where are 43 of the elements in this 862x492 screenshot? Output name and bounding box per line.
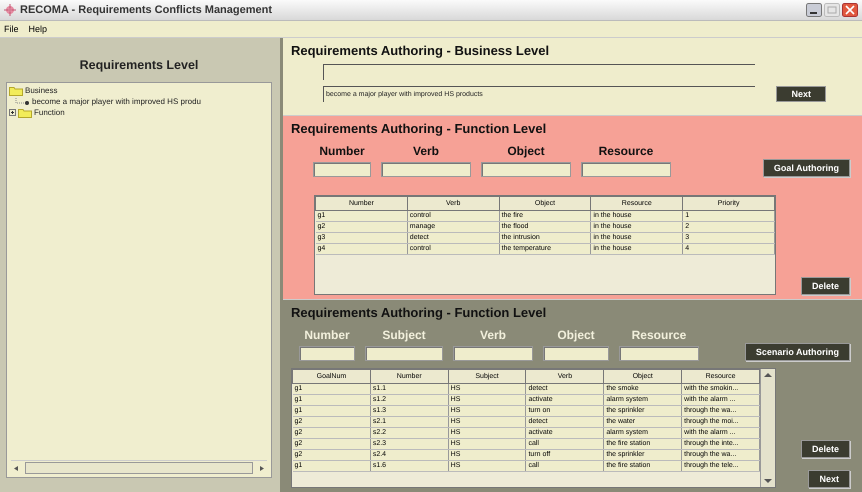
input-field[interactable] [313,162,371,177]
action-button[interactable]: Delete [800,440,850,458]
next-button[interactable]: Next [776,86,826,102]
scrollbar[interactable] [11,460,267,475]
expand-icon[interactable] [9,109,16,116]
folder-icon [18,107,32,118]
tree-item[interactable]: Business [25,86,58,95]
input-field[interactable] [619,346,699,361]
field-label: Resource [632,328,686,342]
section-title: Requirements Authoring - Function Level [291,305,548,320]
close-icon[interactable] [842,3,858,17]
field-label: Object [507,144,545,158]
input-field[interactable] [365,346,443,361]
authoring-button[interactable]: Goal Authoring [762,159,850,177]
input-field[interactable] [453,346,533,361]
field-label: Subject [382,328,426,342]
app-icon [4,4,16,16]
field-label: Number [304,328,350,342]
window-title: RECOMA - Requirements Conflicts Management [20,4,272,16]
field-label: Verb [412,144,439,158]
input-field[interactable] [543,346,609,361]
section-title: Requirements Authoring - Business Level [291,43,550,58]
action-button[interactable]: Delete [800,277,850,295]
field-label: Object [557,328,595,342]
section-title: Requirements Authoring - Function Level [291,121,548,136]
authoring-button[interactable]: Scenario Authoring [744,343,850,361]
input-field[interactable] [299,346,355,361]
leaf-node-icon [15,98,30,106]
tree-item[interactable]: become a major player with improved HS produ [32,97,201,106]
minimize-icon[interactable] [806,3,822,17]
menu-item[interactable]: Help [28,24,48,34]
menu-item[interactable]: File [4,24,19,34]
input-field[interactable] [381,162,471,177]
field-label: Resource [598,144,654,158]
field-label: Verb [480,328,506,342]
field-label: Number [319,144,365,158]
tree-item[interactable]: Function [34,108,65,117]
folder-icon [9,85,23,96]
action-button[interactable]: Next [808,470,850,488]
input-field[interactable] [481,162,571,177]
input-field[interactable] [581,162,671,177]
scrollbar[interactable] [760,369,775,487]
panel-title: Requirements Level [78,58,200,72]
